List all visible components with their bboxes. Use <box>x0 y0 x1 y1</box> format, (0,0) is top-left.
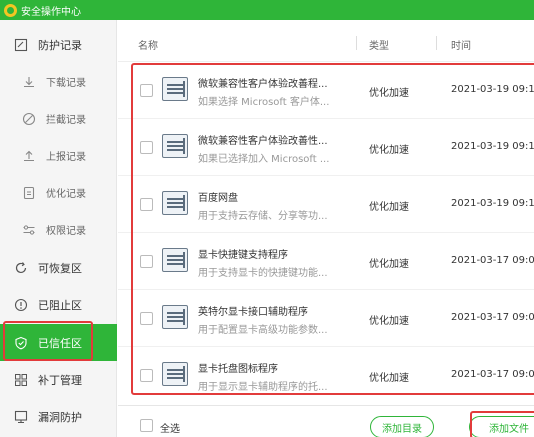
column-divider <box>356 36 357 50</box>
app-logo-icon <box>4 3 17 17</box>
download-icon <box>22 75 36 89</box>
column-divider <box>436 36 437 50</box>
highlight-box-list <box>131 63 534 395</box>
grid-icon <box>14 373 28 387</box>
block-icon <box>22 112 36 126</box>
restore-icon <box>14 261 28 275</box>
sidebar-item-patch-management[interactable]: 补丁管理 <box>0 361 117 398</box>
title-bar: 安全操作中心 <box>0 0 534 20</box>
sidebar-item-optimize-records[interactable]: 优化记录 <box>0 174 117 211</box>
sidebar-item-blocked-zone[interactable]: 已阻止区 <box>0 286 117 323</box>
sidebar-item-label: 优化记录 <box>46 189 86 200</box>
add-directory-button[interactable]: 添加目录 <box>370 416 434 437</box>
sidebar-item-protection-records[interactable]: 防护记录 <box>0 26 117 63</box>
sidebar-item-permission-records[interactable]: 权限记录 <box>0 211 117 248</box>
shield-check-icon <box>14 38 28 52</box>
document-icon <box>22 186 36 200</box>
sidebar-item-label: 拦截记录 <box>46 115 86 126</box>
sidebar-item-recoverable[interactable]: 可恢复区 <box>0 249 117 286</box>
sidebar-item-label: 权限记录 <box>46 226 86 237</box>
sidebar-item-report-records[interactable]: 上报记录 <box>0 137 117 174</box>
monitor-icon <box>14 410 28 424</box>
sidebar-item-label: 漏洞防护 <box>38 410 82 424</box>
app-title: 安全操作中心 <box>21 6 81 18</box>
warning-icon <box>14 298 28 312</box>
highlight-box-button <box>470 411 534 437</box>
column-name-header[interactable]: 名称 <box>138 37 158 52</box>
sidebar-item-label: 上报记录 <box>46 152 86 163</box>
sidebar-item-blocked-records[interactable]: 拦截记录 <box>0 100 117 137</box>
highlight-box-sidebar <box>3 321 93 361</box>
column-type-header[interactable]: 类型 <box>369 37 389 52</box>
select-all-label[interactable]: 全选 <box>160 420 180 435</box>
sidebar-item-label: 防护记录 <box>38 38 82 52</box>
select-all-checkbox[interactable] <box>140 419 153 432</box>
sidebar-item-label: 补丁管理 <box>38 373 82 387</box>
sidebar-item-vuln-protection[interactable]: 漏洞防护 <box>0 398 117 435</box>
sidebar-item-download-records[interactable]: 下载记录 <box>0 63 117 100</box>
sidebar-item-label: 下载记录 <box>46 78 86 89</box>
sidebar: 防护记录 下载记录 拦截记录 上报记录 优化记录 权限记录 可恢复区 已阻止区 … <box>0 20 117 437</box>
toggle-icon <box>22 223 36 237</box>
sidebar-item-label: 已阻止区 <box>38 298 82 312</box>
upload-icon <box>22 149 36 163</box>
column-time-header[interactable]: 时间 <box>451 37 471 52</box>
sidebar-item-label: 可恢复区 <box>38 261 82 275</box>
list-header: 名称 类型 时间 <box>118 20 534 62</box>
